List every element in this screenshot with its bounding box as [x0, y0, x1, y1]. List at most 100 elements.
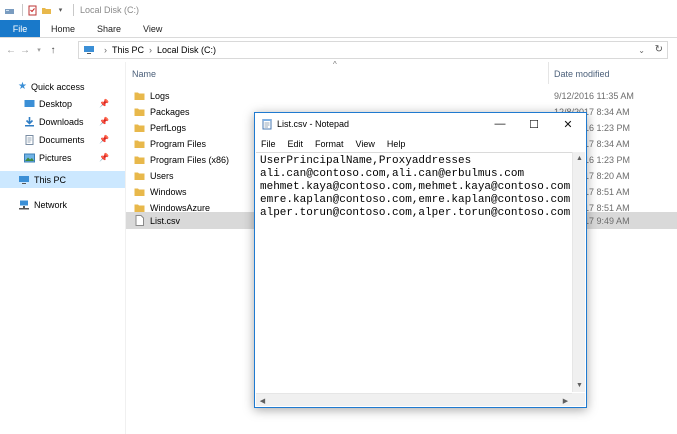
notepad-icon	[261, 118, 273, 130]
title-separator	[73, 4, 74, 16]
nav-this-pc[interactable]: This PC	[0, 171, 125, 188]
column-header-date[interactable]: Date modified	[554, 69, 610, 79]
notepad-window[interactable]: List.csv - Notepad — ☐ ✕ File Edit Forma…	[254, 112, 587, 408]
nav-label: This PC	[34, 174, 67, 185]
file-date: 9/12/2016 11:35 AM	[554, 91, 634, 101]
breadcrumb-this-pc[interactable]: This PC	[112, 45, 144, 55]
star-icon: ★	[18, 81, 27, 92]
scroll-down-icon[interactable]: ▼	[573, 379, 586, 392]
folder-icon	[134, 187, 145, 198]
breadcrumb-separator: ›	[104, 45, 107, 55]
text-line: ali.can@contoso.com,ali.can@erbulmus.com	[260, 168, 525, 180]
up-arrow-icon[interactable]: ↑	[46, 45, 60, 56]
nav-label: Pictures	[39, 152, 72, 163]
folder-icon	[134, 107, 145, 118]
nav-label: Downloads	[39, 116, 84, 127]
nav-downloads[interactable]: Downloads 📌	[24, 113, 119, 130]
explorer-title-bar: ▾ Local Disk (C:)	[0, 0, 677, 20]
column-header-name[interactable]: Name	[132, 69, 156, 79]
drive-icon	[4, 5, 15, 16]
nav-label: Quick access	[30, 81, 85, 92]
breadcrumb-local-disk[interactable]: Local Disk (C:)	[157, 45, 216, 55]
text-line: emre.kaplan@contoso.com,emre.kaplan@cont…	[260, 194, 571, 206]
scroll-right-icon[interactable]: ▶	[559, 394, 572, 407]
recent-chevron-icon[interactable]: ▾	[32, 46, 46, 54]
network-icon	[18, 200, 30, 210]
scroll-up-icon[interactable]: ▲	[573, 152, 586, 165]
folder-icon	[134, 91, 145, 102]
file-name: PerfLogs	[150, 123, 187, 133]
ribbon: File Home Share View	[0, 20, 677, 38]
tab-share[interactable]: Share	[86, 20, 132, 37]
properties-icon[interactable]	[27, 5, 38, 16]
qa-separator	[22, 4, 23, 16]
file-name: List.csv	[150, 215, 181, 226]
file-row-logs[interactable]: Logs 9/12/2016 11:35 AM	[126, 88, 677, 104]
notepad-text-area[interactable]: UserPrincipalName,Proxyaddresses ali.can…	[256, 152, 572, 392]
address-dropdown-icon[interactable]: ⌄	[638, 46, 645, 55]
close-icon[interactable]: ✕	[551, 113, 585, 135]
menu-edit[interactable]: Edit	[282, 139, 310, 149]
menu-help[interactable]: Help	[381, 139, 412, 149]
tab-file[interactable]: File	[0, 20, 40, 37]
navigation-pane: ★ Quick access Desktop 📌 Downloads 📌 Doc…	[0, 62, 125, 434]
text-line: UserPrincipalName,Proxyaddresses	[260, 155, 472, 167]
pin-icon[interactable]: 📌	[99, 117, 109, 126]
file-name: Program Files	[150, 139, 207, 149]
folder-icon	[134, 123, 145, 134]
file-name: Windows	[150, 187, 187, 197]
pc-icon	[83, 45, 95, 55]
pin-icon[interactable]: 📌	[99, 135, 109, 144]
text-line: alper.torun@contoso.com,alper.torun@cont…	[260, 207, 571, 219]
file-name: Logs	[150, 91, 170, 101]
folder-icon	[134, 171, 145, 182]
nav-network[interactable]: Network	[18, 196, 67, 213]
back-arrow-icon[interactable]: ←	[4, 45, 18, 56]
address-bar[interactable]: › This PC › Local Disk (C:) ⌄ ↻	[78, 41, 668, 59]
folder-icon	[134, 139, 145, 150]
pictures-icon	[24, 153, 35, 163]
menu-format[interactable]: Format	[309, 139, 350, 149]
breadcrumb-separator: ›	[149, 45, 153, 55]
menu-view[interactable]: View	[350, 139, 381, 149]
navigation-bar: ← → ▾ ↑ › This PC › Local Disk (C:) ⌄ ↻	[0, 39, 677, 61]
sort-arrow-icon: ^	[333, 60, 337, 69]
vertical-scrollbar[interactable]: ▲ ▼	[572, 152, 585, 392]
file-name: Users	[150, 171, 174, 181]
text-line: mehmet.kaya@contoso.com,mehmet.kaya@cont…	[260, 181, 571, 193]
scrollbar-corner	[572, 393, 585, 406]
pin-icon[interactable]: 📌	[99, 153, 109, 162]
horizontal-scrollbar[interactable]: ◀ ▶	[256, 393, 572, 406]
menu-file[interactable]: File	[255, 139, 282, 149]
chevron-down-icon[interactable]: ▾	[55, 5, 66, 16]
maximize-icon[interactable]: ☐	[517, 113, 551, 135]
tab-view[interactable]: View	[132, 20, 173, 37]
nav-documents[interactable]: Documents 📌	[24, 131, 119, 148]
file-name: Packages	[150, 107, 190, 117]
folder-icon	[134, 155, 145, 166]
nav-label: Documents	[39, 134, 85, 145]
computer-icon	[18, 175, 30, 185]
download-icon	[24, 116, 35, 127]
nav-label: Desktop	[39, 98, 73, 109]
nav-quick-access[interactable]: ★ Quick access	[18, 78, 85, 95]
nav-label: Network	[34, 199, 68, 210]
column-divider[interactable]	[548, 62, 549, 84]
minimize-icon[interactable]: —	[483, 113, 517, 135]
notepad-title: List.csv - Notepad	[277, 119, 350, 129]
pin-icon[interactable]: 📌	[99, 99, 109, 108]
nav-pictures[interactable]: Pictures 📌	[24, 149, 119, 166]
document-icon	[134, 215, 145, 226]
refresh-icon[interactable]: ↻	[655, 44, 663, 55]
notepad-title-bar[interactable]: List.csv - Notepad — ☐ ✕	[255, 113, 586, 135]
notepad-menu-bar: File Edit Format View Help	[255, 135, 586, 152]
desktop-icon	[24, 99, 35, 109]
scroll-left-icon[interactable]: ◀	[256, 394, 269, 407]
tab-home[interactable]: Home	[40, 20, 86, 37]
documents-icon	[24, 134, 35, 145]
new-folder-icon[interactable]	[41, 5, 52, 16]
nav-desktop[interactable]: Desktop 📌	[24, 95, 119, 112]
file-name: Program Files (x86)	[150, 155, 230, 165]
forward-arrow-icon[interactable]: →	[18, 45, 32, 56]
window-title: Local Disk (C:)	[80, 5, 140, 15]
